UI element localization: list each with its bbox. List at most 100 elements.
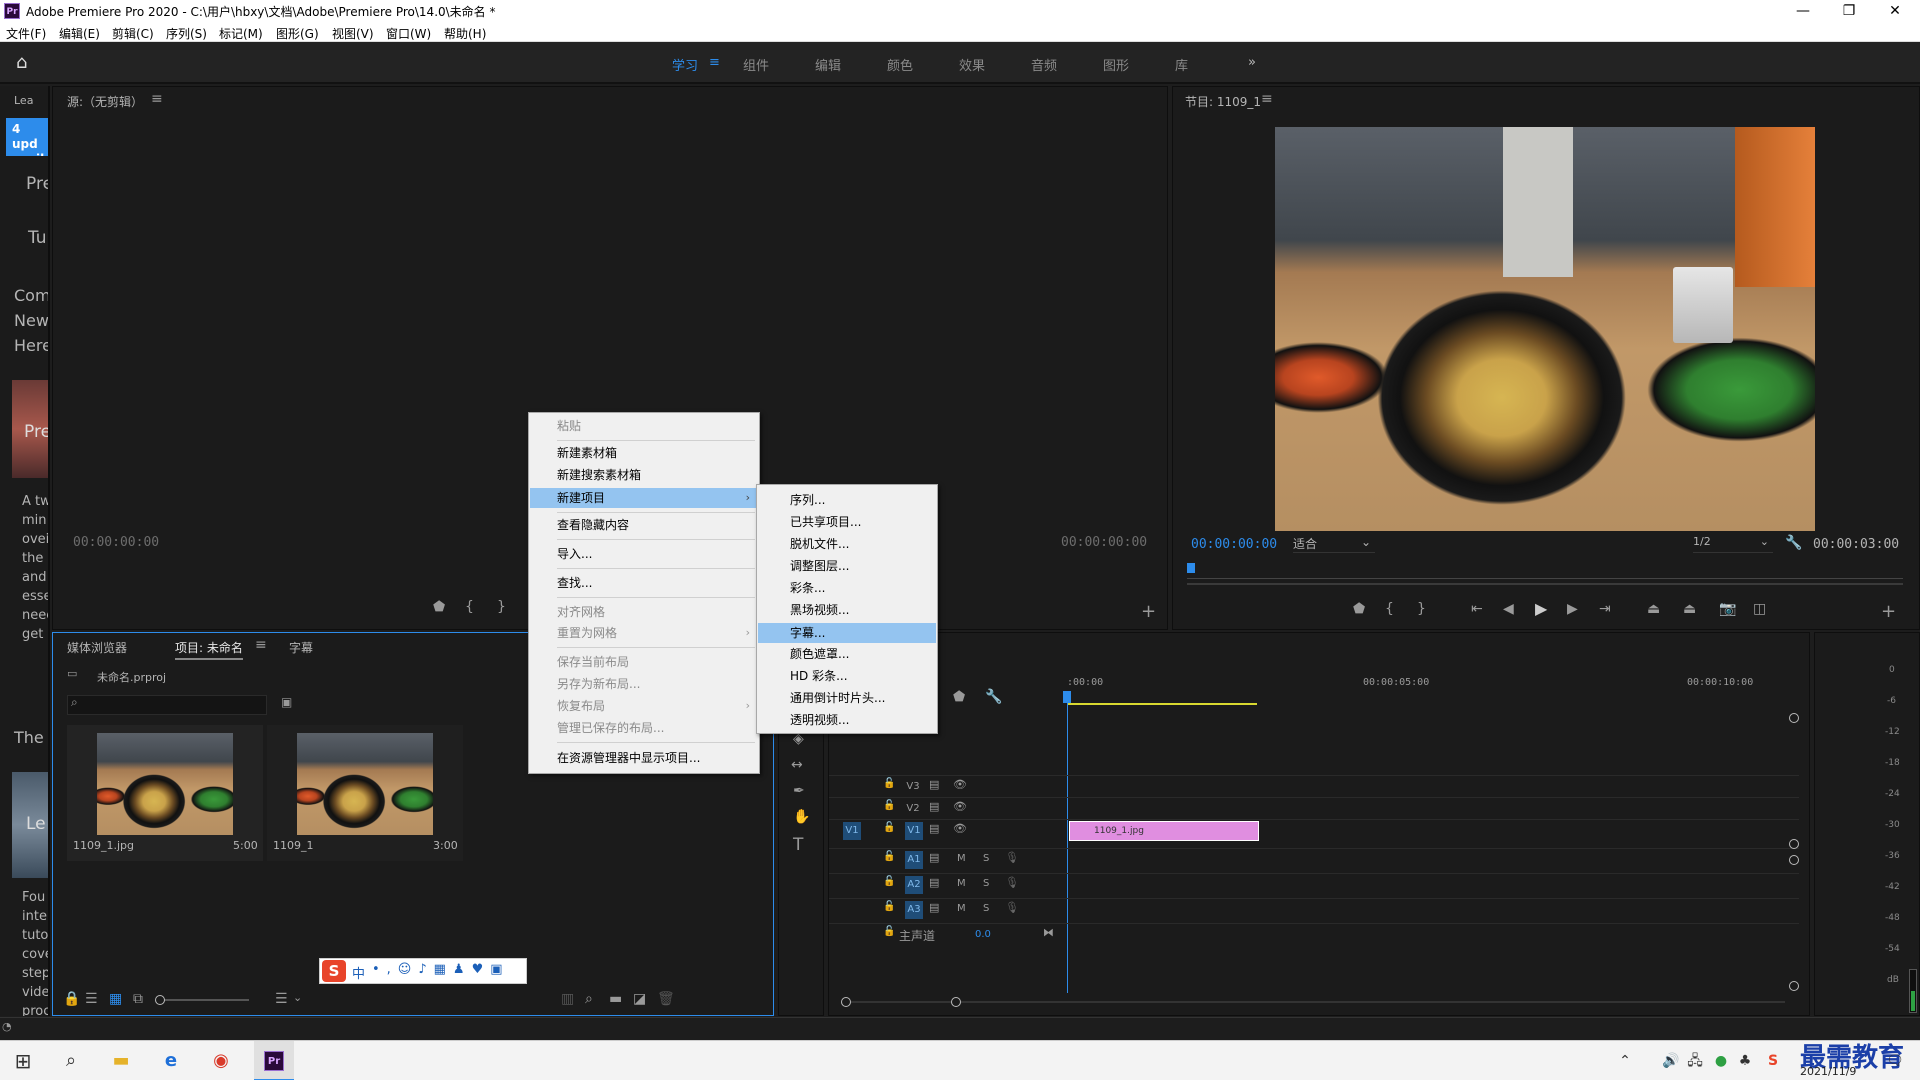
search-icon[interactable]: ⌕ bbox=[56, 1047, 86, 1075]
track-label[interactable]: A3 bbox=[905, 901, 923, 919]
source-patch-v1[interactable]: V1 bbox=[843, 822, 861, 840]
go-to-out-icon[interactable]: ⇥ bbox=[1599, 601, 1611, 617]
sort-icon[interactable]: ☰ bbox=[275, 991, 288, 1007]
play-icon[interactable]: ▶ bbox=[1535, 599, 1547, 618]
file-explorer-icon[interactable]: ▬ bbox=[106, 1047, 136, 1075]
eye-icon[interactable]: 👁 bbox=[953, 800, 967, 813]
trash-icon[interactable]: 🗑 bbox=[657, 991, 675, 1007]
add-button-icon[interactable]: + bbox=[1141, 601, 1156, 622]
menu-item-new-item[interactable]: 新建项目 › bbox=[530, 488, 758, 508]
solo-button[interactable]: S bbox=[983, 853, 989, 864]
submenu-item-shared-project[interactable]: 已共享项目... bbox=[758, 513, 936, 531]
marker-icon[interactable]: ⬟ bbox=[1353, 601, 1365, 617]
icon-view-icon[interactable]: ▦ bbox=[109, 991, 122, 1007]
ime-mode-indicator[interactable]: 中 bbox=[352, 963, 365, 982]
add-button-icon[interactable]: + bbox=[1881, 601, 1896, 622]
sync-lock-icon[interactable]: ▤ bbox=[929, 778, 939, 791]
new-bin-icon[interactable]: ▬ bbox=[609, 991, 622, 1007]
menu-item-find[interactable]: 查找... bbox=[530, 574, 758, 592]
workspace-assembly[interactable]: 组件 bbox=[743, 55, 769, 74]
mute-button[interactable]: M bbox=[957, 853, 966, 864]
maximize-button[interactable]: ❐ bbox=[1826, 0, 1872, 22]
lock-icon[interactable]: 🔓 bbox=[883, 876, 895, 887]
menu-help[interactable]: 帮助(H) bbox=[444, 25, 486, 42]
track-label[interactable]: V3 bbox=[903, 778, 923, 796]
tray-chevron-icon[interactable]: ⌃ bbox=[1610, 1047, 1640, 1075]
track-label[interactable]: V2 bbox=[903, 800, 923, 818]
source-timecode-left[interactable]: 00:00:00:00 bbox=[73, 535, 159, 550]
menu-file[interactable]: 文件(F) bbox=[6, 25, 46, 42]
home-icon[interactable]: ⌂ bbox=[16, 52, 40, 74]
mute-button[interactable]: M bbox=[957, 903, 966, 914]
menu-graphics[interactable]: 图形(G) bbox=[276, 25, 319, 42]
wrench-icon[interactable]: 🔧 bbox=[1785, 535, 1802, 551]
video-scroll-handle[interactable] bbox=[1789, 713, 1799, 723]
freeform-view-icon[interactable]: ⧉ bbox=[133, 991, 143, 1007]
solo-button[interactable]: S bbox=[983, 878, 989, 889]
menu-item-restore-layout[interactable]: 恢复布局 › bbox=[530, 697, 758, 715]
taskbar-date[interactable]: 2021/11/9 bbox=[1800, 1065, 1856, 1078]
marker-icon[interactable]: ⬟ bbox=[433, 599, 445, 615]
program-panel-title[interactable]: 节目: 1109_1 bbox=[1185, 93, 1261, 110]
playhead-icon[interactable] bbox=[1187, 563, 1195, 573]
microphone-icon[interactable]: 🎙 bbox=[1005, 901, 1019, 914]
eye-icon[interactable]: 👁 bbox=[953, 778, 967, 791]
lock-icon[interactable]: 🔓 bbox=[883, 778, 895, 789]
menu-marker[interactable]: 标记(M) bbox=[219, 25, 263, 42]
menu-view[interactable]: 视图(V) bbox=[332, 25, 374, 42]
timeline-settings-icon[interactable]: 🔧 bbox=[985, 689, 1002, 705]
go-to-end-icon[interactable]: ⧓ bbox=[1043, 926, 1054, 939]
submenu-item-bars-tone[interactable]: 彩条... bbox=[758, 579, 936, 597]
menu-edit[interactable]: 编辑(E) bbox=[59, 25, 100, 42]
lift-icon[interactable]: ⏏ bbox=[1647, 601, 1660, 617]
ripple-edit-icon[interactable]: ↔ bbox=[791, 757, 803, 773]
audio-scroll-handle[interactable] bbox=[1789, 855, 1799, 865]
workspace-menu-icon[interactable]: ≡ bbox=[709, 55, 720, 70]
windows-start-icon[interactable]: ⊞ bbox=[8, 1047, 38, 1075]
step-back-icon[interactable]: ◀ bbox=[1503, 601, 1514, 617]
mark-in-icon[interactable]: { bbox=[1385, 601, 1394, 617]
lock-icon[interactable]: 🔓 bbox=[883, 800, 895, 811]
menu-window[interactable]: 窗口(W) bbox=[386, 25, 431, 42]
menu-item-manage-layouts[interactable]: 管理已保存的布局... bbox=[530, 719, 758, 737]
track-label[interactable]: A1 bbox=[905, 851, 923, 869]
chrome-browser-icon[interactable]: ◉ bbox=[206, 1047, 236, 1075]
updates-badge[interactable]: 4 upd avail bbox=[6, 118, 48, 156]
program-current-timecode[interactable]: 00:00:00:00 bbox=[1191, 537, 1277, 552]
workspace-more-icon[interactable]: » bbox=[1248, 55, 1256, 70]
zoom-slider-handle[interactable] bbox=[155, 995, 165, 1005]
sync-lock-icon[interactable]: ▤ bbox=[929, 876, 939, 889]
learn-tab[interactable]: Lea bbox=[14, 94, 33, 107]
status-icon[interactable]: ◔ bbox=[2, 1020, 12, 1033]
menu-sequence[interactable]: 序列(S) bbox=[166, 25, 207, 42]
ime-tool-icons[interactable]: •,☺♪▦♟♥▣ bbox=[372, 962, 510, 977]
list-view-icon[interactable]: ☰ bbox=[85, 991, 98, 1007]
find-icon[interactable]: ⌕ bbox=[585, 991, 593, 1007]
submenu-item-transparent-video[interactable]: 透明视频... bbox=[758, 711, 936, 729]
menu-item-view-hidden[interactable]: 查看隐藏内容 bbox=[530, 516, 758, 534]
menu-item-save-as-layout[interactable]: 另存为新布局... bbox=[530, 675, 758, 693]
workspace-color[interactable]: 颜色 bbox=[887, 55, 913, 74]
lock-icon[interactable]: 🔓 bbox=[883, 901, 895, 912]
notification-icon[interactable]: 🗨 bbox=[1880, 1047, 1910, 1075]
sync-lock-icon[interactable]: ▤ bbox=[929, 822, 939, 835]
type-tool-icon[interactable]: T bbox=[793, 835, 803, 855]
menu-item-new-bin[interactable]: 新建素材箱 bbox=[530, 444, 758, 462]
menu-item-import[interactable]: 导入... bbox=[530, 545, 758, 563]
new-search-bin-icon[interactable]: ▣ bbox=[281, 695, 292, 709]
source-panel-title[interactable]: 源:（无剪辑） bbox=[67, 93, 143, 110]
menu-clip[interactable]: 剪辑(C) bbox=[112, 25, 154, 42]
panel-menu-icon[interactable]: ≡ bbox=[255, 637, 267, 653]
project-item[interactable]: 1109_1 3:00 bbox=[267, 725, 463, 861]
project-item[interactable]: 1109_1.jpg 5:00 bbox=[67, 725, 263, 861]
workspace-effects[interactable]: 效果 bbox=[959, 55, 985, 74]
mute-button[interactable]: M bbox=[957, 878, 966, 889]
panel-menu-icon[interactable]: ≡ bbox=[1261, 91, 1273, 107]
sogou-tray-icon[interactable]: S bbox=[1758, 1047, 1788, 1075]
scroll-handle-right[interactable] bbox=[951, 997, 961, 1007]
work-area-bar[interactable] bbox=[1067, 703, 1257, 705]
sync-lock-icon[interactable]: ▤ bbox=[929, 800, 939, 813]
timeline-playhead[interactable] bbox=[1067, 693, 1068, 993]
microphone-icon[interactable]: 🎙 bbox=[1005, 876, 1019, 889]
master-volume-value[interactable]: 0.0 bbox=[975, 929, 991, 940]
